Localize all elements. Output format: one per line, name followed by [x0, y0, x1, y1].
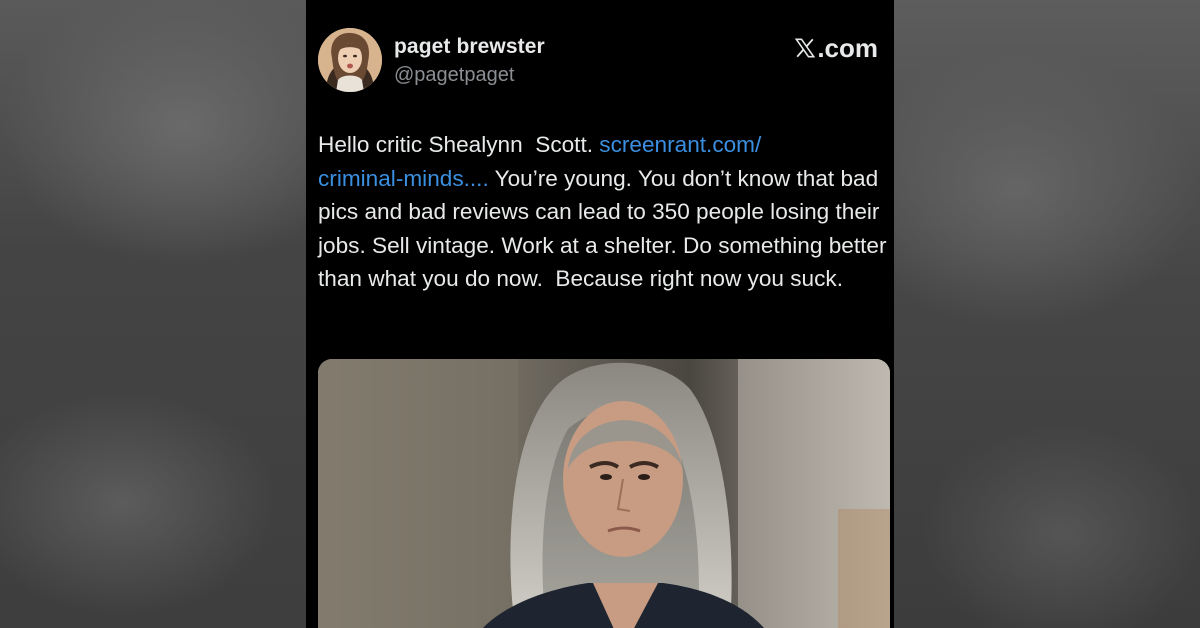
tweet-link-line2[interactable]: criminal-minds.... — [318, 166, 489, 191]
tweet-text: Hello critic Shealynn Scott. screenrant.… — [318, 128, 890, 296]
author-handle[interactable]: @pagetpaget — [394, 64, 514, 87]
tweet-media-image[interactable] — [318, 359, 890, 628]
blurred-background-left — [0, 0, 306, 628]
avatar[interactable] — [318, 28, 382, 92]
brand-watermark: .com — [794, 33, 878, 64]
tweet-card: paget brewster @pagetpaget .com Hello cr… — [306, 0, 894, 628]
brand-domain-label: .com — [817, 33, 878, 63]
avatar-photo — [318, 28, 382, 92]
author-display-name[interactable]: paget brewster — [394, 35, 545, 59]
tweet-link-line1[interactable]: screenrant.com/ — [599, 132, 761, 157]
blurred-background-right — [894, 0, 1200, 628]
tweet-text-intro: Hello critic Shealynn Scott. — [318, 132, 600, 157]
media-photo — [318, 359, 890, 628]
x-logo-icon — [795, 38, 816, 58]
